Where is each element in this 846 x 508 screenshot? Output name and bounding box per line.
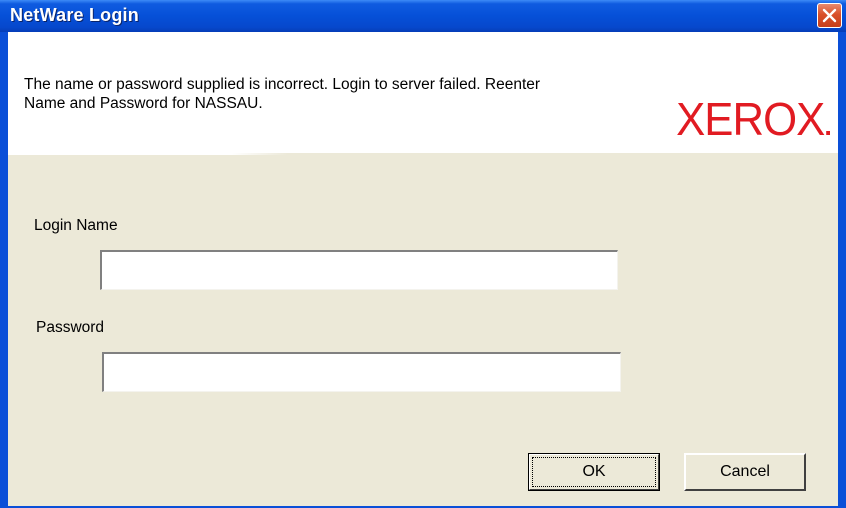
cancel-button-label: Cancel xyxy=(720,463,770,480)
netware-login-dialog: NetWare Login The name or password suppl… xyxy=(0,0,846,508)
login-name-field[interactable] xyxy=(100,250,618,290)
ok-focus-rect xyxy=(532,457,656,487)
error-message: The name or password supplied is incorre… xyxy=(24,75,644,113)
close-button[interactable] xyxy=(817,3,842,28)
error-message-line-1: The name or password supplied is incorre… xyxy=(24,76,541,93)
login-name-label: Login Name xyxy=(34,217,118,234)
xerox-logo-text: XEROX xyxy=(676,93,825,145)
cancel-button[interactable]: Cancel xyxy=(684,453,806,491)
password-label: Password xyxy=(36,319,105,336)
header-panel: The name or password supplied is incorre… xyxy=(8,32,838,153)
close-icon xyxy=(822,8,837,23)
header-separator xyxy=(8,153,288,155)
logo-dot xyxy=(826,131,830,135)
title-bar[interactable]: NetWare Login xyxy=(0,0,846,32)
error-message-line-2: Name and Password for NASSAU. xyxy=(24,95,263,112)
ok-button[interactable]: OK xyxy=(528,453,660,491)
window-title: NetWare Login xyxy=(10,5,139,25)
password-field[interactable] xyxy=(102,352,621,392)
xerox-logo: XEROX xyxy=(676,92,830,146)
dialog-body: The name or password supplied is incorre… xyxy=(8,32,838,506)
